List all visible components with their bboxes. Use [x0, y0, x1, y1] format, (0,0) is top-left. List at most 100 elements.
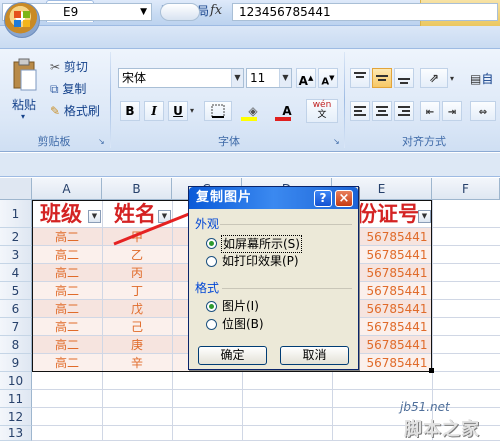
row-header-7[interactable]: 7	[0, 318, 32, 336]
middle-align-icon	[376, 75, 388, 81]
as-shown-on-screen-label[interactable]: 如屏幕所示(S)	[221, 235, 302, 253]
row-header-2[interactable]: 2	[0, 228, 32, 246]
paste-dropdown-icon: ▾	[21, 112, 26, 121]
italic-button[interactable]: I	[144, 101, 164, 121]
row-header-1[interactable]: 1	[0, 200, 32, 228]
alignment-group-label: 对齐方式	[402, 135, 446, 148]
bottom-align-icon	[398, 78, 410, 84]
font-launcher-icon[interactable]: ↘	[333, 137, 340, 146]
appearance-divider	[220, 224, 352, 225]
formula-bar	[0, 153, 500, 177]
paste-button[interactable]: 粘贴 ▾	[8, 56, 42, 126]
align-left-icon	[354, 106, 366, 116]
row-header-4[interactable]: 4	[0, 264, 32, 282]
watermark-name: 脚本之家	[404, 419, 480, 440]
top-align-button[interactable]	[350, 68, 370, 88]
shrink-font-button[interactable]: A▼	[318, 68, 338, 88]
format-label: 格式	[195, 281, 220, 295]
row-header-6[interactable]: 6	[0, 300, 32, 318]
watermark-site: jb51.net	[400, 400, 450, 414]
fill-color-icon: ◈	[248, 104, 258, 118]
cut-button[interactable]: ✂ 剪切	[50, 56, 88, 78]
row-header-3[interactable]: 3	[0, 246, 32, 264]
select-all-corner[interactable]	[0, 178, 32, 200]
merge-center-icon: ⇔	[478, 107, 488, 118]
middle-align-button[interactable]	[372, 68, 392, 88]
insert-function-icon[interactable]: fx	[210, 3, 222, 19]
align-right-icon	[398, 106, 410, 116]
as-shown-when-printed-label[interactable]: 如打印效果(P)	[222, 253, 299, 269]
font-name-combo[interactable]: 宋体 ▼	[118, 68, 244, 88]
font-name-value: 宋体	[122, 71, 147, 85]
align-left-button[interactable]	[350, 101, 370, 121]
grow-font-button[interactable]: A▲	[296, 68, 316, 88]
phonetic-guide-button[interactable]: wén 文	[306, 99, 338, 123]
wrap-text-icon: ▤	[470, 72, 482, 86]
font-name-dropdown-icon[interactable]: ▼	[231, 69, 243, 87]
copy-label: 复制	[62, 82, 87, 96]
underline-button[interactable]: U	[168, 101, 188, 121]
row-header-10[interactable]: 10	[0, 372, 32, 390]
font-size-combo[interactable]: 11 ▼	[246, 68, 292, 88]
row-header-13[interactable]: 13	[0, 426, 32, 441]
phonetic-label: wén	[312, 100, 332, 110]
row-header-5[interactable]: 5	[0, 282, 32, 300]
bitmap-radio[interactable]	[206, 319, 217, 330]
cancel-button[interactable]: 取消	[280, 346, 349, 365]
column-header-f[interactable]: F	[432, 178, 500, 200]
row-header-12[interactable]: 12	[0, 408, 32, 426]
format-painter-icon: ✎	[50, 104, 61, 118]
row-header-9[interactable]: 9	[0, 354, 32, 372]
row-header-8[interactable]: 8	[0, 336, 32, 354]
merge-center-button[interactable]: ⇔	[470, 101, 496, 121]
orientation-dropdown-icon[interactable]: ▾	[450, 74, 454, 83]
group-separator	[344, 52, 345, 148]
column-header-a[interactable]: A	[32, 178, 102, 200]
format-painter-button[interactable]: ✎ 格式刷	[50, 100, 100, 122]
align-center-icon	[376, 106, 388, 116]
font-size-dropdown-icon[interactable]: ▼	[279, 69, 291, 87]
paste-icon	[13, 58, 37, 91]
copy-button[interactable]: ⧉ 复制	[50, 78, 86, 100]
dialog-title: 复制图片	[196, 190, 253, 205]
decrease-indent-button[interactable]: ⇤	[420, 101, 440, 121]
orientation-button[interactable]: ⇗	[420, 68, 448, 88]
clipboard-launcher-icon[interactable]: ↘	[98, 137, 105, 146]
cut-icon: ✂	[50, 60, 61, 74]
name-box-value: E9	[63, 5, 79, 19]
font-color-icon: A	[282, 104, 292, 118]
fill-color-button[interactable]: ◈	[238, 101, 268, 121]
font-size-value: 11	[250, 71, 266, 85]
picture-radio[interactable]	[206, 301, 217, 312]
as-shown-on-screen-radio[interactable]	[206, 238, 217, 249]
picture-label[interactable]: 图片(I)	[222, 298, 259, 314]
increase-indent-button[interactable]: ⇥	[442, 101, 462, 121]
bottom-align-button[interactable]	[394, 68, 414, 88]
font-color-button[interactable]: A	[272, 101, 302, 121]
as-shown-when-printed-radio[interactable]	[206, 256, 217, 267]
ribbon-tab-bar	[0, 26, 500, 48]
align-right-button[interactable]	[394, 101, 414, 121]
fill-handle[interactable]	[429, 368, 434, 373]
increase-indent-icon: ⇥	[447, 107, 457, 118]
copy-icon: ⧉	[50, 82, 59, 96]
align-center-button[interactable]	[372, 101, 392, 121]
cut-label: 剪切	[63, 60, 88, 74]
help-button[interactable]: ?	[314, 190, 332, 207]
formula-input[interactable]: 123456785441	[232, 3, 498, 21]
ok-button[interactable]: 确定	[198, 346, 267, 365]
formula-bar-handle[interactable]	[160, 3, 200, 21]
close-button[interactable]: ×	[335, 190, 353, 207]
row-header-11[interactable]: 11	[0, 390, 32, 408]
underline-dropdown-icon[interactable]: ▾	[190, 106, 194, 115]
name-box-dropdown-icon[interactable]: ▼	[140, 4, 147, 20]
bitmap-label[interactable]: 位图(B)	[222, 316, 264, 332]
borders-button[interactable]	[204, 101, 232, 121]
group-separator	[110, 52, 111, 148]
clipboard-group-label: 剪贴板	[37, 135, 71, 148]
wrap-text-button[interactable]: ▤自	[470, 68, 493, 90]
top-align-icon	[354, 72, 366, 78]
format-painter-label: 格式刷	[63, 104, 100, 118]
bold-button[interactable]: B	[120, 101, 140, 121]
font-group-label: 字体	[218, 135, 240, 148]
